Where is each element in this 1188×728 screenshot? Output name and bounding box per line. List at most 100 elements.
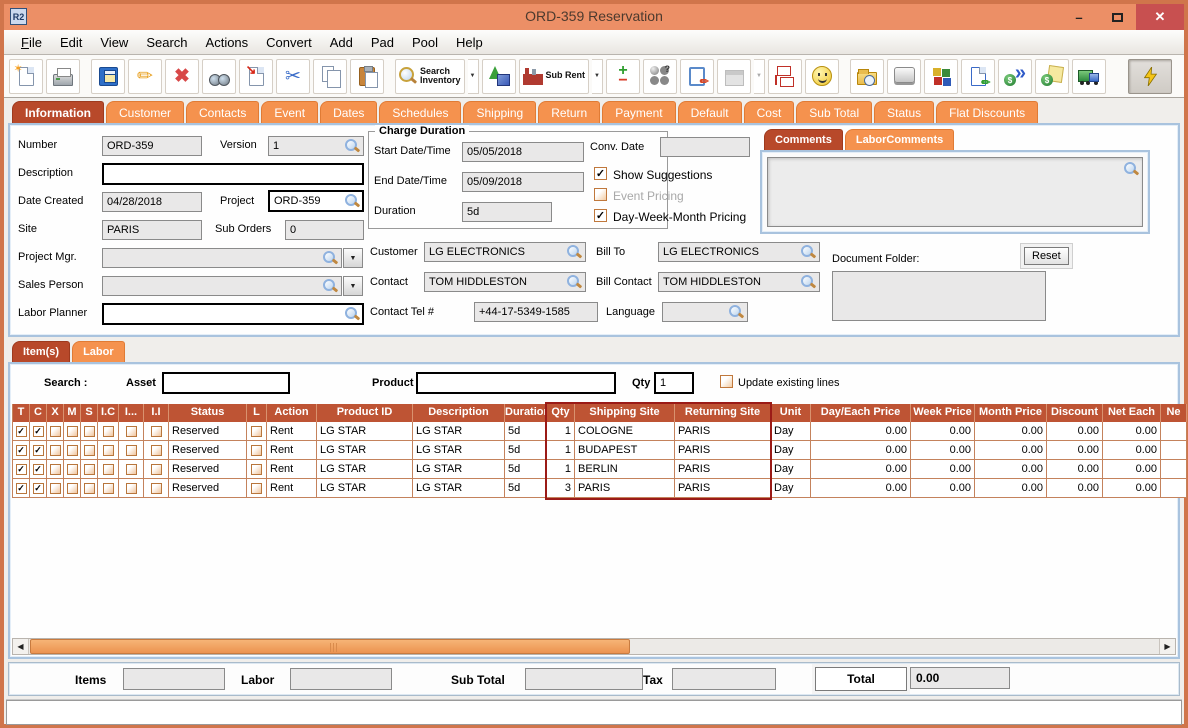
cell-action-row1[interactable]: Rent bbox=[267, 422, 317, 440]
cell-discount-row4[interactable]: 0.00 bbox=[1047, 479, 1103, 497]
project-mgr-dropdown[interactable]: ▼ bbox=[343, 248, 363, 268]
asset-input[interactable] bbox=[162, 372, 290, 394]
cell-ic-row4[interactable] bbox=[98, 479, 119, 497]
site-field[interactable]: PARIS bbox=[102, 220, 202, 240]
column-header-ii[interactable]: I.I bbox=[144, 404, 169, 422]
cell-l-row2[interactable] bbox=[247, 441, 267, 459]
row-checkbox-ii[interactable] bbox=[151, 464, 162, 475]
tab-payment[interactable]: Payment bbox=[602, 101, 675, 123]
cell-shipping_site-row2[interactable]: BUDAPEST bbox=[575, 441, 675, 459]
cell-discount-row3[interactable]: 0.00 bbox=[1047, 460, 1103, 478]
tab-default[interactable]: Default bbox=[678, 101, 742, 123]
cell-product_id-row2[interactable]: LG STAR bbox=[317, 441, 413, 459]
tab-flat-discounts[interactable]: Flat Discounts bbox=[936, 101, 1038, 123]
cell-status-row1[interactable]: Reserved bbox=[169, 422, 247, 440]
cell-status-row4[interactable]: Reserved bbox=[169, 479, 247, 497]
bill-to-search-icon[interactable] bbox=[800, 244, 815, 259]
pool-button[interactable] bbox=[643, 59, 677, 94]
row-checkbox-ic[interactable] bbox=[103, 426, 114, 437]
menu-pool[interactable]: Pool bbox=[403, 32, 447, 53]
row-checkbox-c[interactable]: ✓ bbox=[33, 483, 44, 494]
row-checkbox-l[interactable] bbox=[251, 426, 262, 437]
row-checkbox-ii[interactable] bbox=[151, 426, 162, 437]
cell-t-row3[interactable]: ✓ bbox=[13, 460, 30, 478]
billing-notes-button[interactable]: $ bbox=[1035, 59, 1069, 94]
tab-shipping[interactable]: Shipping bbox=[463, 101, 536, 123]
end-date-field[interactable]: 05/09/2018 bbox=[462, 172, 584, 192]
cell-l-row1[interactable] bbox=[247, 422, 267, 440]
contact-search-icon[interactable] bbox=[566, 274, 581, 289]
new-document-button[interactable]: ✶ bbox=[9, 59, 43, 94]
cell-description-row3[interactable]: LG STAR bbox=[413, 460, 505, 478]
cell-status-row2[interactable]: Reserved bbox=[169, 441, 247, 459]
checkbox-show-suggestions[interactable]: ✓ bbox=[594, 167, 607, 180]
cell-unit-row2[interactable]: Day bbox=[771, 441, 811, 459]
cell-ne-row2[interactable] bbox=[1161, 441, 1187, 459]
checkbox-day-week-month-pricing[interactable]: ✓ bbox=[594, 209, 607, 222]
column-header-returning_site[interactable]: Returning Site bbox=[675, 404, 771, 422]
sub-rent-dropdown[interactable]: ▼ bbox=[592, 59, 603, 94]
cell-ii-row1[interactable] bbox=[144, 422, 169, 440]
cut-button[interactable]: ✂ bbox=[276, 59, 310, 94]
row-checkbox-t[interactable]: ✓ bbox=[16, 426, 27, 437]
column-header-shipping_site[interactable]: Shipping Site bbox=[575, 404, 675, 422]
cell-ii-row2[interactable] bbox=[144, 441, 169, 459]
description-field[interactable] bbox=[102, 163, 364, 185]
sub-orders-field[interactable]: 0 bbox=[285, 220, 364, 240]
cell-week_price-row2[interactable]: 0.00 bbox=[911, 441, 975, 459]
cell-c-row3[interactable]: ✓ bbox=[30, 460, 47, 478]
column-header-day_price[interactable]: Day/Each Price bbox=[811, 404, 911, 422]
tab-schedules[interactable]: Schedules bbox=[379, 101, 461, 123]
folder-history-button[interactable] bbox=[850, 59, 884, 94]
product-input[interactable] bbox=[416, 372, 616, 394]
row-checkbox-ic[interactable] bbox=[103, 483, 114, 494]
column-header-action[interactable]: Action bbox=[267, 404, 317, 422]
find-button[interactable] bbox=[202, 59, 236, 94]
column-header-ne[interactable]: Ne bbox=[1161, 404, 1187, 422]
cell-x-row1[interactable] bbox=[47, 422, 64, 440]
tab-item-s-[interactable]: Item(s) bbox=[12, 341, 70, 362]
row-checkbox-s[interactable] bbox=[84, 464, 95, 475]
row-checkbox-t[interactable]: ✓ bbox=[16, 464, 27, 475]
project-mgr-search-icon[interactable] bbox=[322, 250, 337, 265]
cell-week_price-row4[interactable]: 0.00 bbox=[911, 479, 975, 497]
comments-search-icon[interactable] bbox=[1123, 161, 1138, 176]
cell-action-row4[interactable]: Rent bbox=[267, 479, 317, 497]
contact-field[interactable]: TOM HIDDLESTON bbox=[424, 272, 586, 292]
tab-dates[interactable]: Dates bbox=[320, 101, 377, 123]
cell-ic-row3[interactable] bbox=[98, 460, 119, 478]
order-hierarchy-button[interactable] bbox=[768, 59, 802, 94]
column-header-l[interactable]: L bbox=[247, 404, 267, 422]
calendar-button[interactable] bbox=[717, 59, 751, 94]
row-checkbox-ii[interactable] bbox=[151, 445, 162, 456]
row-checkbox-ic[interactable] bbox=[103, 445, 114, 456]
delivery-truck-button[interactable] bbox=[1072, 59, 1106, 94]
quick-lightning-button[interactable] bbox=[1128, 59, 1172, 94]
menu-help[interactable]: Help bbox=[447, 32, 492, 53]
conv-date-field[interactable] bbox=[660, 137, 750, 157]
row-checkbox-t[interactable]: ✓ bbox=[16, 483, 27, 494]
cell-idots-row2[interactable] bbox=[119, 441, 144, 459]
cell-c-row1[interactable]: ✓ bbox=[30, 422, 47, 440]
save-button[interactable] bbox=[91, 59, 125, 94]
cell-action-row2[interactable]: Rent bbox=[267, 441, 317, 459]
table-row[interactable]: ✓✓ReservedRentLG STARLG STAR5d3PARISPARI… bbox=[13, 479, 1187, 498]
cell-unit-row1[interactable]: Day bbox=[771, 422, 811, 440]
column-header-duration[interactable]: Duration bbox=[505, 404, 547, 422]
cell-description-row2[interactable]: LG STAR bbox=[413, 441, 505, 459]
cell-qty-row3[interactable]: 1 bbox=[547, 460, 575, 478]
cell-returning_site-row3[interactable]: PARIS bbox=[675, 460, 771, 478]
smiley-button[interactable] bbox=[805, 59, 839, 94]
menu-convert[interactable]: Convert bbox=[257, 32, 321, 53]
tab-event[interactable]: Event bbox=[261, 101, 318, 123]
cell-t-row4[interactable]: ✓ bbox=[13, 479, 30, 497]
row-checkbox-c[interactable]: ✓ bbox=[33, 426, 44, 437]
cell-net_each-row4[interactable]: 0.00 bbox=[1103, 479, 1161, 497]
row-checkbox-s[interactable] bbox=[84, 426, 95, 437]
tab-labor[interactable]: Labor bbox=[72, 341, 125, 362]
tab-contacts[interactable]: Contacts bbox=[186, 101, 259, 123]
cell-duration-row2[interactable]: 5d bbox=[505, 441, 547, 459]
cell-returning_site-row4[interactable]: PARIS bbox=[675, 479, 771, 497]
column-header-product_id[interactable]: Product ID bbox=[317, 404, 413, 422]
row-checkbox-s[interactable] bbox=[84, 445, 95, 456]
